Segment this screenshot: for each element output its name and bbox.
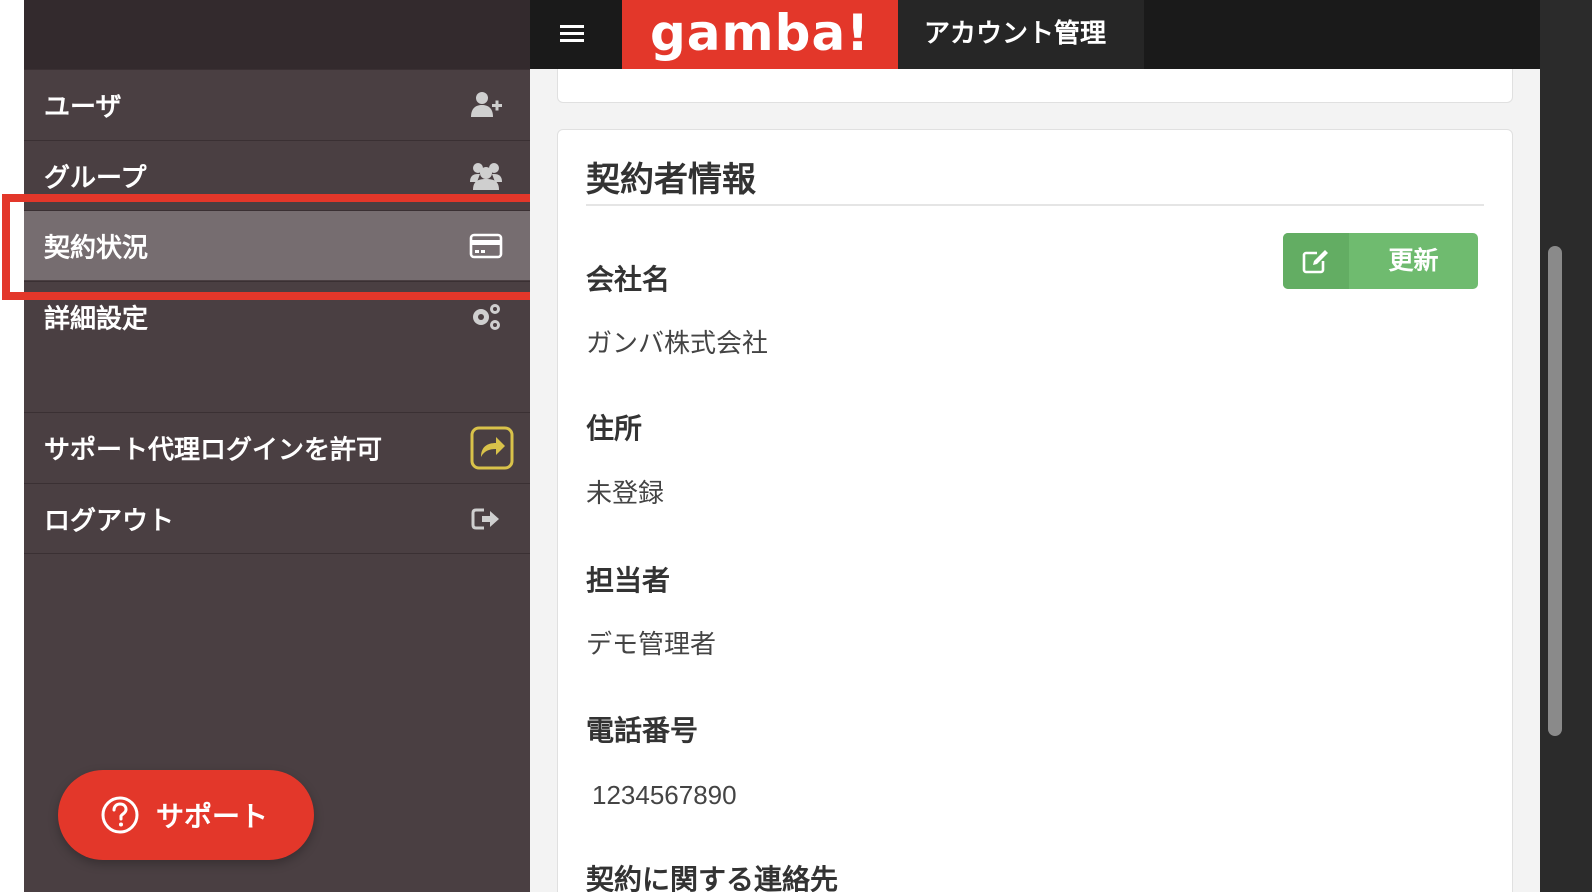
hamburger-menu-icon[interactable] (550, 17, 594, 51)
main-content: 契約者情報 更新 会社名 ガンバ株式会社 住所 未登録 担当者 デモ管理者 電話… (530, 69, 1540, 892)
sidebar-item-label: サポート代理ログインを許可 (44, 435, 383, 465)
edit-icon (1302, 250, 1328, 274)
page-title: アカウント管理 (898, 0, 1144, 69)
sign-out-icon (471, 508, 499, 529)
scrollbar-track[interactable] (1540, 0, 1592, 892)
gears-icon (473, 303, 500, 330)
sidebar-item-support-login[interactable]: サポート代理ログインを許可 (24, 412, 530, 482)
sidebar-item-label: ユーザ (44, 92, 122, 122)
contractor-info-card: 契約者情報 更新 会社名 ガンバ株式会社 住所 未登録 担当者 デモ管理者 電話… (557, 129, 1513, 892)
phone-value: 1234567890 (592, 780, 737, 810)
contact-person-value: デモ管理者 (586, 630, 717, 660)
sidebar-item-label: ログアウト (44, 506, 175, 536)
contact-person-label: 担当者 (586, 564, 671, 597)
add-user-icon (471, 91, 502, 117)
card-divider (586, 204, 1484, 206)
support-button[interactable]: サポート (58, 770, 314, 860)
gamba-logo[interactable]: gamba! (622, 0, 898, 69)
support-button-label: サポート (156, 800, 269, 833)
address-value: 未登録 (586, 479, 665, 509)
window-gutter (0, 0, 24, 892)
phone-label: 電話番号 (586, 714, 699, 747)
question-circle-icon (101, 796, 139, 834)
sidebar-item-users[interactable]: ユーザ (24, 69, 530, 139)
company-name-value: ガンバ株式会社 (586, 329, 769, 359)
sidebar-divider (24, 553, 530, 554)
company-name-label: 会社名 (586, 263, 671, 296)
previous-card (557, 69, 1513, 103)
update-icon-wrap (1283, 233, 1349, 289)
update-button-label: 更新 (1388, 246, 1439, 275)
top-bar: gamba! アカウント管理 (530, 0, 1540, 69)
highlight-annotation (2, 194, 548, 300)
contract-contact-label: 契約に関する連絡先 (586, 863, 839, 892)
scrollbar-thumb[interactable] (1548, 246, 1562, 736)
sidebar: ユーザ グループ 契約状況 詳細設定 サポート代理ログインを許可 ログアウト サ… (24, 0, 530, 892)
logo-text: gamba! (650, 4, 870, 62)
share-toggle-icon[interactable] (470, 426, 514, 470)
sidebar-item-label: 詳細設定 (44, 304, 149, 334)
address-label: 住所 (586, 412, 643, 445)
sidebar-item-label: グループ (44, 163, 147, 193)
sidebar-item-logout[interactable]: ログアウト (24, 483, 530, 553)
update-button[interactable]: 更新 (1283, 233, 1478, 289)
group-icon (470, 162, 502, 190)
sidebar-header (24, 0, 530, 69)
card-title: 契約者情報 (586, 160, 756, 200)
